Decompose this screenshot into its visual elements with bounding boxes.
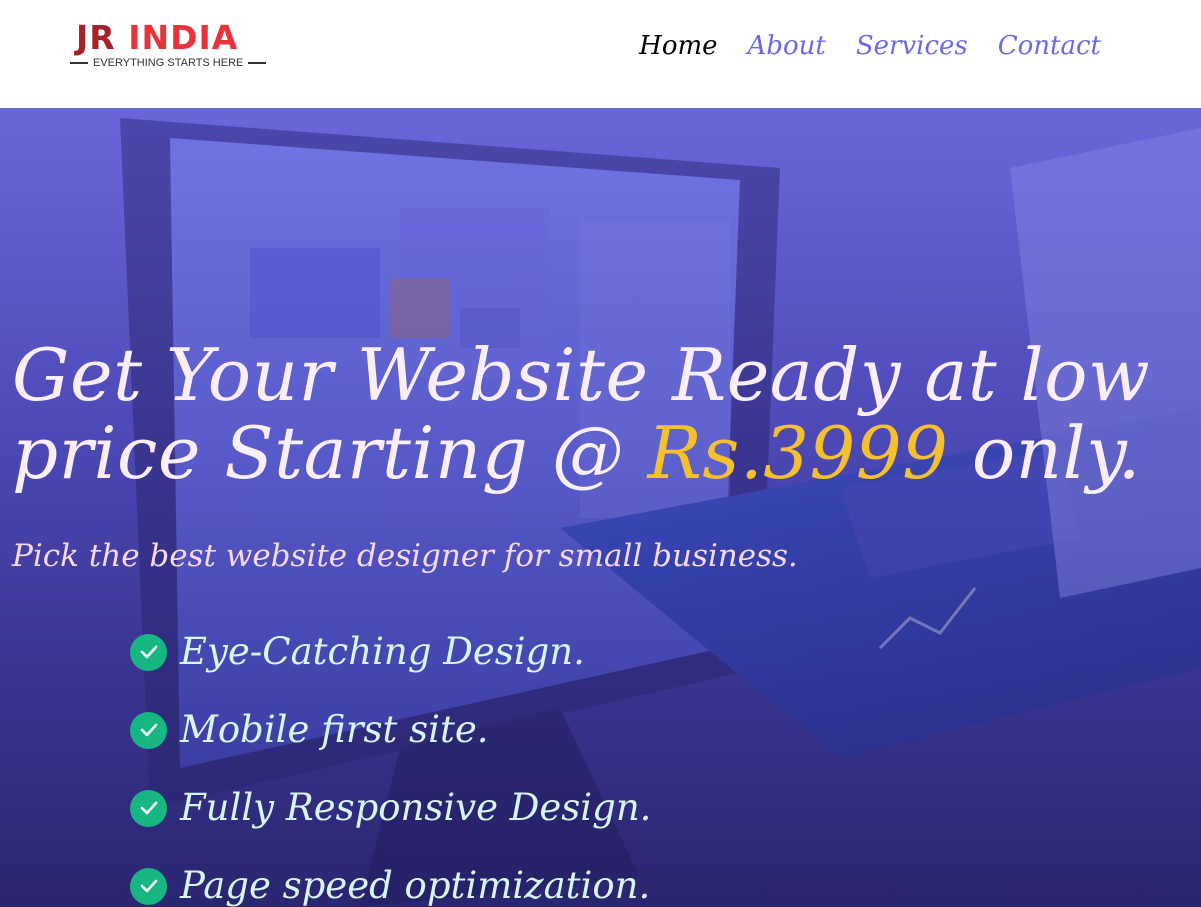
tagline-dash-right bbox=[248, 62, 267, 64]
site-logo[interactable]: JR INDIA EVERYTHING STARTS HERE bbox=[70, 18, 270, 74]
nav-link-services[interactable]: Services bbox=[856, 26, 968, 66]
check-circle-icon bbox=[130, 711, 167, 749]
feature-item: Fully Responsive Design. bbox=[130, 769, 651, 847]
check-circle-icon bbox=[130, 789, 167, 827]
nav-link-contact[interactable]: Contact bbox=[998, 26, 1101, 66]
logo-wordmark: JR INDIA bbox=[76, 18, 238, 58]
logo-tagline: EVERYTHING STARTS HERE bbox=[93, 57, 244, 69]
check-circle-icon bbox=[130, 867, 167, 905]
hero-subheadline: Pick the best website designer for small… bbox=[12, 538, 798, 574]
nav-link-home[interactable]: Home bbox=[639, 26, 717, 66]
feature-item: Page speed optimization. bbox=[130, 847, 651, 907]
check-circle-icon bbox=[130, 633, 167, 671]
site-header: JR INDIA EVERYTHING STARTS HERE Home Abo… bbox=[0, 0, 1201, 108]
logo-word-part1: JR bbox=[76, 18, 129, 57]
feature-item: Mobile first site. bbox=[130, 691, 651, 769]
feature-text: Fully Responsive Design. bbox=[180, 786, 652, 829]
headline-text-end: only. bbox=[948, 411, 1142, 495]
feature-item: Eye-Catching Design. bbox=[130, 613, 651, 691]
feature-list: Eye-Catching Design. Mobile first site. … bbox=[130, 613, 651, 907]
hero-section: Get Your Website Ready at low price Star… bbox=[0, 108, 1201, 907]
logo-word-part2: INDIA bbox=[128, 18, 239, 57]
main-nav: Home About Services Contact bbox=[639, 26, 1101, 66]
hero-headline: Get Your Website Ready at low price Star… bbox=[12, 336, 1192, 492]
tagline-dash-left bbox=[70, 62, 88, 64]
headline-price: Rs.3999 bbox=[647, 411, 949, 495]
logo-tagline-row: EVERYTHING STARTS HERE bbox=[70, 57, 270, 69]
feature-text: Page speed optimization. bbox=[180, 864, 651, 907]
feature-text: Mobile first site. bbox=[180, 708, 489, 751]
nav-link-about[interactable]: About bbox=[748, 26, 826, 66]
feature-text: Eye-Catching Design. bbox=[180, 630, 585, 673]
